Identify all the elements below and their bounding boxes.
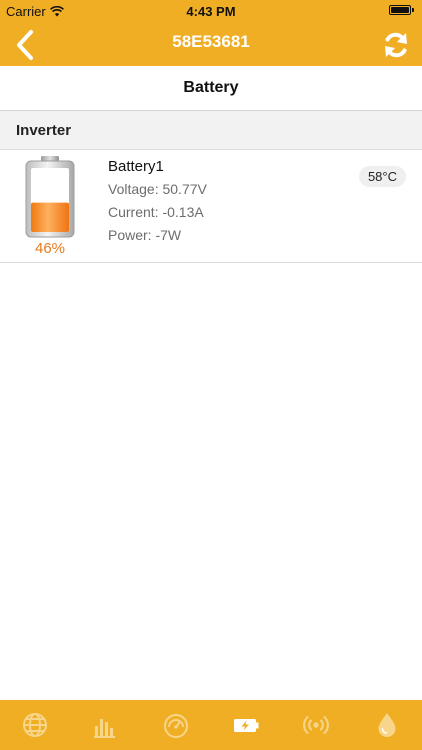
- battery-current: Current: -0.13A: [108, 204, 204, 220]
- device-title: 58E53681: [172, 32, 250, 51]
- status-bar: Carrier 4:43 PM: [0, 0, 422, 22]
- globe-icon: [23, 713, 48, 737]
- gauge-icon: [163, 714, 188, 738]
- clock: 4:43 PM: [186, 4, 236, 19]
- battery-charging-icon: [234, 719, 259, 732]
- tab-signal[interactable]: [281, 700, 351, 750]
- refresh-button[interactable]: [382, 30, 410, 60]
- battery-percent: 46%: [34, 240, 66, 257]
- tab-bar: [0, 700, 422, 750]
- status-battery-icon: [389, 5, 414, 15]
- tab-water[interactable]: [352, 700, 422, 750]
- battery-list-item[interactable]: 46% Battery1 Voltage: 50.77V Current: -0…: [0, 150, 422, 263]
- battery-voltage: Voltage: 50.77V: [108, 181, 207, 197]
- refresh-icon: [385, 32, 407, 58]
- tab-battery[interactable]: [211, 700, 281, 750]
- group-header: Inverter: [0, 111, 422, 150]
- battery-level-icon: [25, 156, 75, 238]
- battery-power: Power: -7W: [108, 227, 182, 243]
- signal-broadcast-icon: [303, 716, 330, 734]
- tab-overview[interactable]: [0, 700, 70, 750]
- battery-name: Battery1: [108, 158, 164, 175]
- page-title: Battery: [0, 66, 422, 111]
- group-title: Inverter: [16, 122, 72, 139]
- nav-header: Carrier 4:43 PM 58E53681: [0, 0, 422, 66]
- tab-gauge[interactable]: [141, 700, 211, 750]
- tab-statistics[interactable]: [70, 700, 140, 750]
- temperature-badge: 58°C: [358, 166, 406, 187]
- droplet-icon: [378, 713, 396, 737]
- bar-chart-icon: [94, 719, 116, 738]
